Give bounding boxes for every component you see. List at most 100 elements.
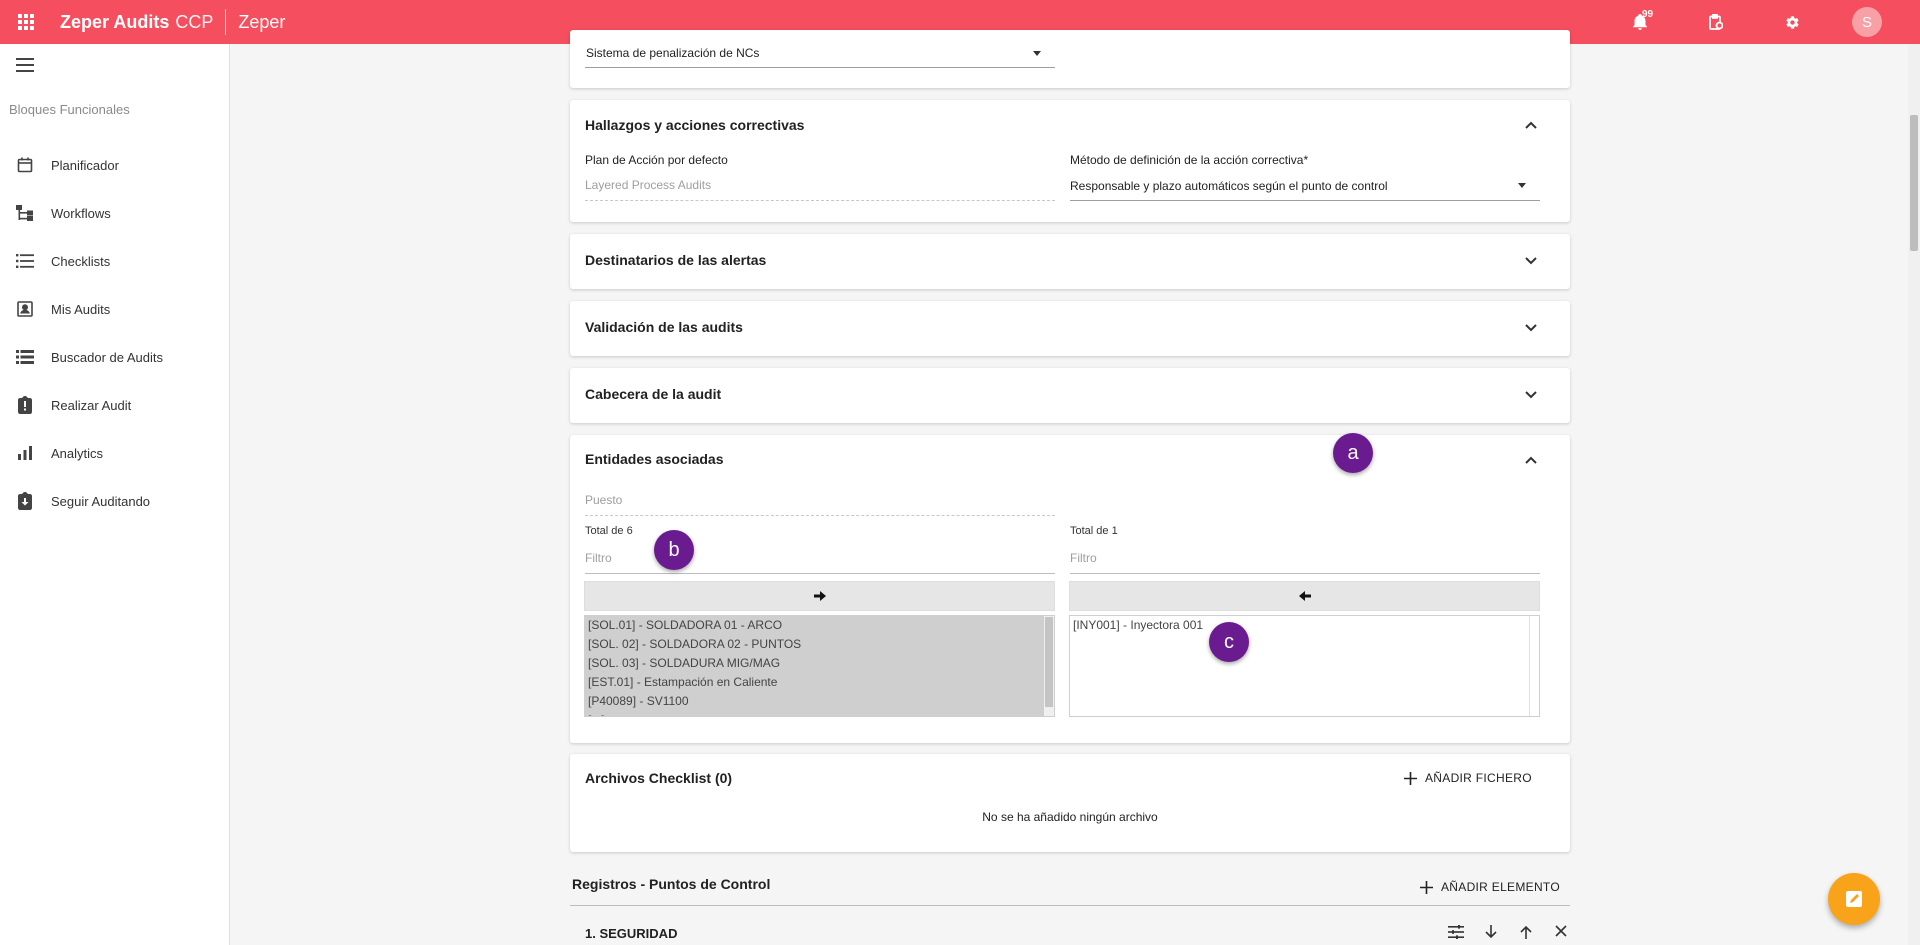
- person-card-icon: [0, 301, 50, 317]
- settings-button[interactable]: [1754, 0, 1830, 44]
- records-divider: [570, 905, 1570, 906]
- list-item[interactable]: [SOL.01] - SOLDADORA 01 - ARCO: [585, 616, 1054, 635]
- penalty-system-select[interactable]: Sistema de penalización de NCs: [586, 46, 759, 60]
- chevron-up-icon[interactable]: [1524, 118, 1538, 132]
- sidebar-item-label: Mis Audits: [51, 301, 111, 317]
- checklist-icon: [0, 254, 50, 268]
- corrective-method-select[interactable]: Responsable y plazo automáticos según el…: [1070, 179, 1388, 193]
- sidebar-item-mis-audits[interactable]: Mis Audits: [0, 285, 229, 333]
- puesto-underline: [585, 515, 1055, 516]
- dropdown-caret-icon[interactable]: [1518, 183, 1526, 188]
- list-scroll-thumb[interactable]: [1045, 617, 1053, 707]
- entities-card: Entidades asociadas Puesto Total de 6 Fi…: [570, 435, 1570, 743]
- sidebar-item-workflows[interactable]: Workflows: [0, 189, 229, 237]
- chevron-up-icon[interactable]: [1524, 453, 1538, 467]
- audit-header-card[interactable]: Cabecera de la audit: [570, 368, 1570, 423]
- edit-note-icon: [1846, 891, 1862, 907]
- files-title: Archivos Checklist (0): [585, 770, 733, 786]
- gear-icon: [1785, 15, 1799, 29]
- audit-header-title[interactable]: Cabecera de la audit: [585, 386, 721, 402]
- user-avatar[interactable]: S: [1852, 7, 1882, 37]
- add-element-label: AÑADIR ELEMENTO: [1441, 880, 1560, 894]
- sidebar-item-planificador[interactable]: Planificador: [0, 141, 229, 189]
- chevron-down-icon[interactable]: [1524, 321, 1538, 335]
- sidebar-item-analytics[interactable]: Analytics: [0, 429, 229, 477]
- feedback-fab-button[interactable]: [1828, 873, 1880, 925]
- annotation-marker-b: b: [654, 530, 694, 570]
- penalty-underline: [585, 67, 1055, 68]
- available-filter-input[interactable]: Filtro: [585, 551, 612, 565]
- chevron-down-icon[interactable]: [1524, 388, 1538, 402]
- chevron-down-icon[interactable]: [1524, 254, 1538, 268]
- list-item[interactable]: [SOL. 03] - SOLDADURA MIG/MAG: [585, 654, 1054, 673]
- penalty-card: Sistema de penalización de NCs: [570, 30, 1570, 88]
- sidebar-item-label: Seguir Auditando: [51, 493, 151, 509]
- alerts-title[interactable]: Destinatarios de las alertas: [585, 252, 766, 268]
- arrow-right-icon: [813, 591, 826, 601]
- sidebar-item-label: Planificador: [51, 157, 119, 173]
- move-left-button[interactable]: [1069, 581, 1540, 611]
- available-entities-list[interactable]: [SOL.01] - SOLDADORA 01 - ARCO [SOL. 02]…: [584, 615, 1055, 717]
- arrow-up-icon[interactable]: [1508, 925, 1543, 939]
- plus-icon: [1420, 880, 1433, 894]
- arrow-down-icon[interactable]: [1473, 925, 1508, 939]
- page-scroll-thumb[interactable]: [1910, 115, 1918, 251]
- apps-grid-icon[interactable]: [0, 0, 52, 44]
- selected-entities-list[interactable]: [INY001] - Inyectora 001: [1069, 615, 1540, 717]
- add-file-button[interactable]: AÑADIR FICHERO: [1404, 771, 1532, 785]
- sidebar-item-realizar-audit[interactable]: Realizar Audit: [0, 381, 229, 429]
- no-files-message: No se ha añadido ningún archivo: [982, 810, 1158, 824]
- notification-count: 99: [1642, 9, 1654, 20]
- action-plan-label: Plan de Acción por defecto: [585, 153, 728, 167]
- list-scrollbar[interactable]: [1529, 616, 1539, 716]
- list-item[interactable]: [SOL. 02] - SOLDADORA 02 - PUNTOS: [585, 635, 1054, 654]
- sidebar-item-label: Realizar Audit: [51, 397, 132, 413]
- sidebar-item-buscador[interactable]: Buscador de Audits: [0, 333, 229, 381]
- sidebar-item-label: Analytics: [51, 445, 104, 461]
- move-right-button[interactable]: [584, 581, 1055, 611]
- add-element-button[interactable]: AÑADIR ELEMENTO: [1420, 880, 1560, 894]
- close-icon[interactable]: [1543, 925, 1578, 939]
- menu-hamburger-icon[interactable]: [16, 58, 34, 77]
- list-scrollbar[interactable]: [1044, 616, 1054, 716]
- sidebar-item-label: Buscador de Audits: [51, 349, 164, 365]
- list-item[interactable]: [INY001] - Inyectora 001: [1070, 616, 1539, 635]
- selected-filter-input[interactable]: Filtro: [1070, 551, 1097, 565]
- available-total: Total de 6: [585, 525, 633, 537]
- findings-card: Hallazgos y acciones correctivas Plan de…: [570, 100, 1570, 222]
- findings-title[interactable]: Hallazgos y acciones correctivas: [585, 117, 804, 133]
- list-item[interactable]: [P40089] - SV1100: [585, 692, 1054, 711]
- list-item[interactable]: [...]: [585, 711, 1054, 716]
- validation-card[interactable]: Validación de las audits: [570, 301, 1570, 356]
- sidebar-item-seguir-auditando[interactable]: Seguir Auditando: [0, 477, 229, 525]
- annotation-marker-a: a: [1333, 433, 1373, 473]
- dropdown-caret-icon[interactable]: [1033, 51, 1041, 56]
- sidebar-item-label: Checklists: [51, 253, 111, 269]
- bar-chart-icon: [0, 446, 50, 460]
- list-item[interactable]: [EST.01] - Estampación en Caliente: [585, 673, 1054, 692]
- calendar-icon: [0, 157, 50, 173]
- app-edition: CCP: [175, 11, 214, 32]
- alerts-card[interactable]: Destinatarios de las alertas: [570, 234, 1570, 289]
- annotation-marker-c: c: [1209, 622, 1249, 662]
- sidebar-item-checklists[interactable]: Checklists: [0, 237, 229, 285]
- action-plan-underline: [585, 200, 1055, 201]
- notifications-button[interactable]: 99: [1602, 0, 1678, 44]
- action-plan-value: Layered Process Audits: [585, 178, 712, 192]
- puesto-input[interactable]: Puesto: [585, 493, 622, 507]
- selected-filter-underline: [1070, 573, 1540, 574]
- pending-audits-button[interactable]: [1678, 0, 1754, 44]
- app-title[interactable]: Zeper Audits: [60, 12, 169, 33]
- tune-settings-icon[interactable]: [1438, 925, 1473, 939]
- validation-title[interactable]: Validación de las audits: [585, 319, 743, 335]
- record-row-title[interactable]: 1. SEGURIDAD: [585, 926, 677, 941]
- files-card: Archivos Checklist (0) AÑADIR FICHERO No…: [570, 754, 1570, 852]
- clipboard-alert-icon: [0, 396, 50, 414]
- sidebar-item-label: Workflows: [51, 205, 111, 221]
- selected-total: Total de 1: [1070, 525, 1118, 537]
- record-row-actions: [1438, 925, 1578, 939]
- entities-title[interactable]: Entidades asociadas: [585, 451, 724, 467]
- add-file-label: AÑADIR FICHERO: [1425, 771, 1532, 785]
- clipboard-clock-icon: [1709, 14, 1723, 30]
- plus-icon: [1404, 771, 1417, 785]
